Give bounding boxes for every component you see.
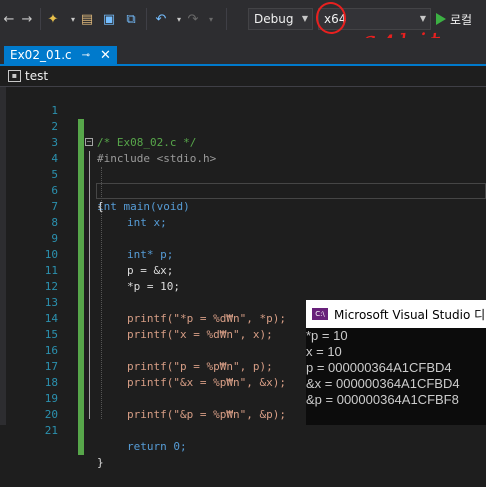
code-line: 7 int* p;	[0, 183, 486, 261]
document-tab-strip: Ex02_01.c ⊸ ✕	[0, 38, 486, 66]
tab-title: Ex02_01.c	[10, 48, 72, 62]
code-line: 12 printf("*p = %d₩n", *p);	[0, 263, 486, 325]
code-line: 2 #include <stdio.h>	[0, 103, 486, 165]
chevron-down-icon: ▼	[419, 14, 426, 23]
debug-console-window[interactable]: C:\ Microsoft Visual Studio 디버 *p = 10 x…	[306, 300, 486, 425]
console-title: Microsoft Visual Studio 디버	[334, 307, 486, 322]
save-all-icon[interactable]: ⧉	[122, 10, 140, 28]
console-output-line: &x = 000000364A1CFBD4	[306, 376, 460, 391]
project-dropdown[interactable]: test	[25, 69, 48, 83]
code-line: 13 printf("x = %d₩n", x);	[0, 279, 486, 341]
new-project-icon[interactable]: ✦	[44, 10, 62, 28]
code-line: 3	[0, 119, 486, 167]
code-text: }	[97, 456, 104, 469]
line-number: 21	[44, 424, 58, 437]
code-line: 5 {	[0, 151, 486, 213]
code-line: 10 *p = 10;	[0, 231, 486, 293]
play-icon	[436, 13, 446, 25]
close-icon[interactable]: ✕	[100, 48, 111, 63]
console-output-line: p = 000000364A1CFBD4	[306, 360, 452, 375]
tab-ex02-01-c[interactable]: Ex02_01.c ⊸ ✕	[4, 46, 117, 64]
toolbar-separator	[226, 8, 227, 30]
configuration-value: Debug	[254, 12, 294, 26]
toolbar-separator	[146, 8, 147, 30]
collapse-icon[interactable]: −	[85, 138, 93, 146]
redo-dropdown-icon[interactable]: ▾	[202, 10, 220, 28]
redo-icon[interactable]: ↷	[184, 10, 202, 28]
current-line-highlight	[96, 183, 486, 199]
console-output-line: &p = 000000364A1CFBF8	[306, 392, 459, 407]
undo-icon[interactable]: ↶	[152, 10, 170, 28]
console-output-line: *p = 10	[306, 328, 348, 343]
pin-icon[interactable]: ⊸	[82, 50, 90, 61]
project-icon: ▪	[8, 70, 21, 82]
code-line: 9 p = &x;	[0, 215, 486, 277]
code-text: return 0;	[127, 440, 187, 453]
change-marker	[78, 439, 84, 455]
back-icon[interactable]: ←	[0, 10, 18, 28]
console-title-bar[interactable]: C:\ Microsoft Visual Studio 디버	[306, 300, 486, 328]
forward-icon[interactable]: →	[18, 10, 36, 28]
navigation-bar: ▪ test	[0, 66, 486, 87]
code-line: 11	[0, 247, 486, 295]
code-line: 6 int x;	[0, 167, 486, 229]
code-line: 8	[0, 199, 486, 247]
toolbar-separator	[40, 8, 41, 30]
console-output-line: x = 10	[306, 344, 342, 359]
solution-configuration-select[interactable]: Debug ▼	[248, 8, 313, 30]
run-target-label: 로컬	[450, 12, 473, 27]
code-line: 1 /* Ex08_02.c */	[0, 87, 486, 149]
save-icon[interactable]: ▣	[100, 10, 118, 28]
chevron-down-icon: ▼	[301, 14, 308, 23]
change-marker	[78, 423, 84, 439]
open-folder-icon[interactable]: ▤	[78, 10, 96, 28]
code-line: 4 − int main(void)	[0, 135, 486, 214]
console-app-icon: C:\	[312, 308, 328, 320]
